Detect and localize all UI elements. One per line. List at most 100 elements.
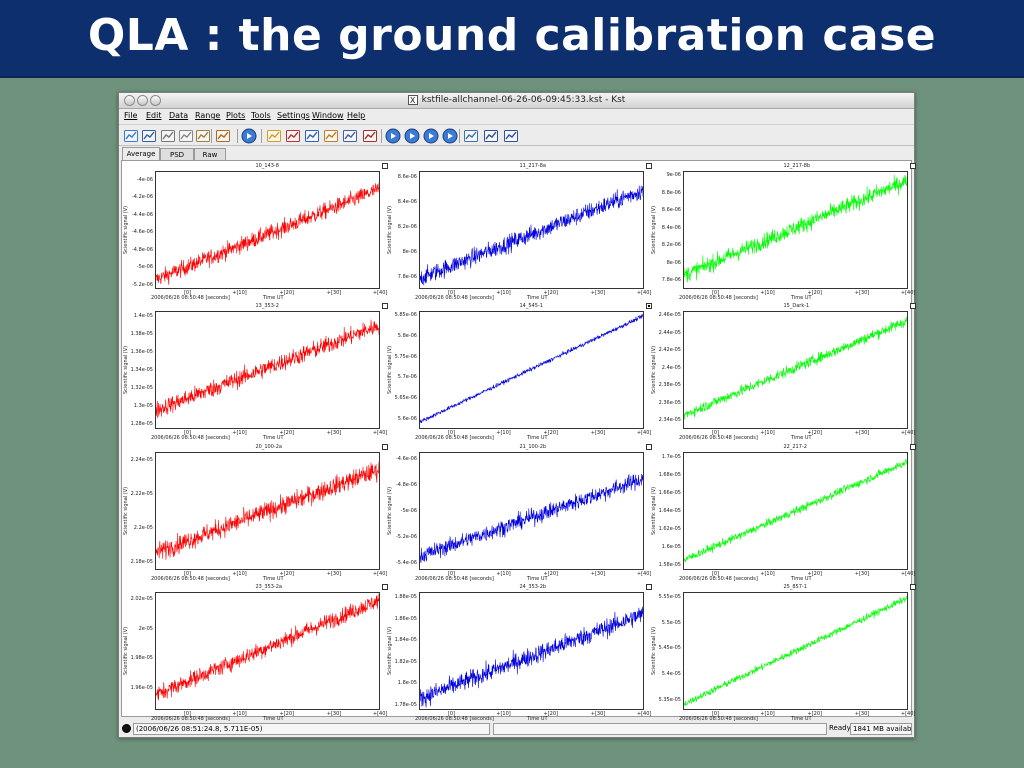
- plot-panel[interactable]: [155, 311, 380, 429]
- reload-icon[interactable]: [241, 128, 257, 144]
- y-tick-label: 8.6e-06: [661, 207, 681, 214]
- plot-name: 22_217-2: [783, 444, 807, 450]
- plot-select-box[interactable]: [382, 303, 388, 309]
- menu-range[interactable]: Range: [195, 111, 220, 120]
- signal-curve: [156, 319, 379, 419]
- cursor-icon[interactable]: [503, 128, 519, 144]
- y-tick-label: 2e-05: [138, 625, 153, 632]
- plot-panel[interactable]: [155, 171, 380, 289]
- plot-panel[interactable]: [419, 311, 644, 429]
- x-tick-label: +[30]: [326, 430, 342, 436]
- x-tick-label: [0]: [183, 711, 191, 717]
- plot-select-box[interactable]: [382, 163, 388, 169]
- curve-icon[interactable]: [285, 128, 301, 144]
- plot-select-box[interactable]: [646, 303, 652, 309]
- x-axis-label: Time UT: [791, 576, 812, 582]
- signal-curve: [156, 593, 379, 701]
- plot-panel[interactable]: [419, 452, 644, 570]
- x-tick-label: +[30]: [854, 571, 870, 577]
- plot-name: 23_353-2a: [255, 584, 282, 590]
- signal-curve: [684, 458, 907, 563]
- pause-icon[interactable]: [423, 128, 439, 144]
- plot-panel[interactable]: [419, 171, 644, 289]
- back-icon[interactable]: [385, 128, 401, 144]
- x-tick-label: +[40]: [372, 430, 388, 436]
- layout-icon[interactable]: [463, 128, 479, 144]
- plot-panel[interactable]: [683, 452, 908, 570]
- save-icon[interactable]: [141, 128, 157, 144]
- y-tick-label: 8.4e-06: [397, 199, 417, 206]
- menu-settings[interactable]: Settings: [277, 111, 310, 120]
- plot-select-box[interactable]: [910, 444, 916, 450]
- x-tick-label: [0]: [447, 711, 455, 717]
- signal-curve: [156, 461, 379, 560]
- y-tick-label: 1.4e-05: [133, 312, 153, 319]
- forward-icon[interactable]: [404, 128, 420, 144]
- x-tick-label: [0]: [183, 290, 191, 296]
- menu-data[interactable]: Data: [169, 111, 188, 120]
- plot-panel[interactable]: [155, 592, 380, 710]
- plot-select-box[interactable]: [910, 303, 916, 309]
- y-tick-label: 5.6e-06: [397, 415, 417, 422]
- tab-average[interactable]: Average: [122, 147, 160, 161]
- plot-name: 24_353-2b: [519, 584, 547, 590]
- y-tick-label: 2.42e-05: [658, 347, 681, 354]
- y-tick-label: 8.8e-06: [661, 189, 681, 196]
- window-titlebar[interactable]: Xkstfile-allchannel-06-26-06-09:45:33.ks…: [119, 93, 914, 109]
- plot-area: 10_143-8 Scientific signal (V) -4e-06 -4.2e…: [121, 160, 916, 722]
- x-axis-label: Time UT: [263, 576, 284, 582]
- status-coordinates: (2006/06/26 08:51:24.8, 5.711E-05): [133, 723, 490, 735]
- plot-name: 10_143-8: [255, 163, 279, 169]
- spectrum-icon[interactable]: [362, 128, 378, 144]
- plot-panel[interactable]: [683, 311, 908, 429]
- y-tick-label: 2.44e-05: [658, 329, 681, 336]
- menu-plots[interactable]: Plots: [226, 111, 245, 120]
- plot-select-box[interactable]: [646, 444, 652, 450]
- wizard-icon[interactable]: [266, 128, 282, 144]
- y-tick-label: 2.34e-05: [658, 417, 681, 424]
- plot-icon[interactable]: [304, 128, 320, 144]
- plot-panel[interactable]: [155, 452, 380, 570]
- plot-select-box[interactable]: [646, 163, 652, 169]
- y-tick-label: 1.68e-05: [658, 471, 681, 478]
- y-tick-label: 7.8e-06: [397, 273, 417, 280]
- plot-panel[interactable]: [419, 592, 644, 710]
- open-icon[interactable]: [123, 128, 139, 144]
- plot-select-box[interactable]: [910, 163, 916, 169]
- y-tick-label: -4e-06: [136, 176, 153, 183]
- plot-select-box[interactable]: [382, 444, 388, 450]
- copy-icon[interactable]: [178, 128, 194, 144]
- x-tick-label: +[10]: [232, 290, 247, 296]
- x-tick-label: [0]: [711, 430, 719, 436]
- paste-icon[interactable]: [195, 128, 211, 144]
- menu-window[interactable]: Window: [312, 111, 344, 120]
- menu-help[interactable]: Help: [347, 111, 365, 120]
- y-tick-label: 1.82e-05: [394, 658, 417, 665]
- plot-select-box[interactable]: [646, 584, 652, 590]
- play-icon[interactable]: [442, 128, 458, 144]
- x-tick-label: +[40]: [636, 571, 652, 577]
- x-tick-label: +[30]: [326, 571, 342, 577]
- y-tick-label: 8.6e-06: [397, 174, 417, 181]
- y-tick-label: 2.22e-05: [130, 491, 153, 498]
- menu-edit[interactable]: Edit: [146, 111, 162, 120]
- data-manager-icon[interactable]: [215, 128, 231, 144]
- menu-file[interactable]: File: [124, 111, 137, 120]
- histogram-icon[interactable]: [342, 128, 358, 144]
- x-tick-label: +[30]: [590, 430, 606, 436]
- x-tick-label: +[40]: [372, 290, 388, 296]
- y-tick-label: 1.38e-05: [130, 330, 153, 337]
- plot-select-box[interactable]: [382, 584, 388, 590]
- y-tick-label: 5.8e-06: [397, 332, 417, 339]
- plot-panel[interactable]: [683, 171, 908, 289]
- x-tick-label: +[30]: [326, 290, 342, 296]
- y-tick-label: 2.38e-05: [658, 382, 681, 389]
- plot-select-box[interactable]: [910, 584, 916, 590]
- plot-panel[interactable]: [683, 592, 908, 710]
- zoom-icon[interactable]: [483, 128, 499, 144]
- print-icon[interactable]: [160, 128, 176, 144]
- equation-icon[interactable]: [323, 128, 339, 144]
- y-tick-label: 2.46e-05: [658, 312, 681, 319]
- menu-tools[interactable]: Tools: [251, 111, 271, 120]
- y-tick-label: 1.62e-05: [658, 526, 681, 533]
